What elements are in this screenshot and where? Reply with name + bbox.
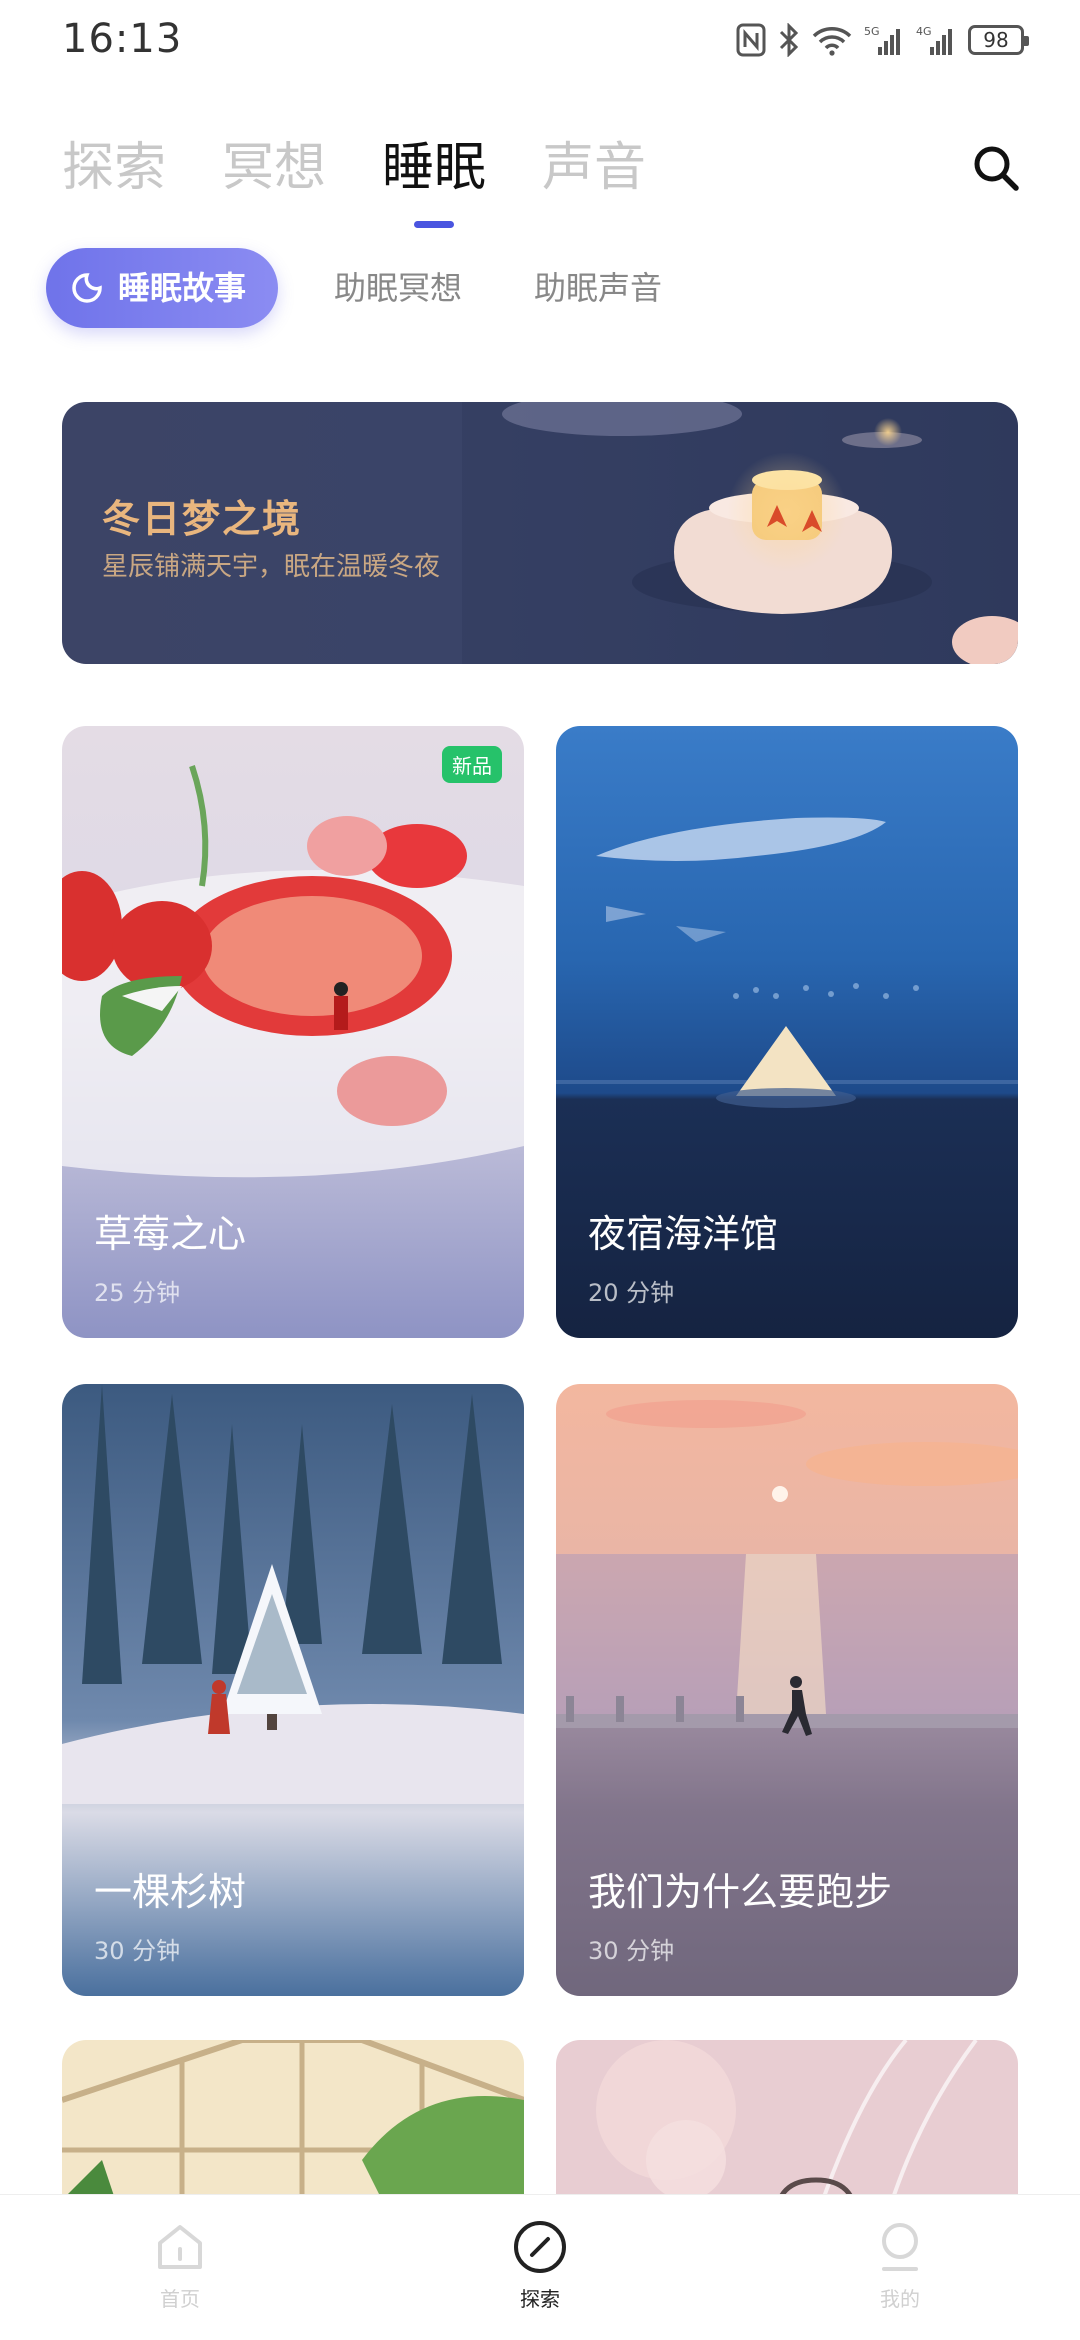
tab-sleep[interactable]: 睡眠 xyxy=(382,128,487,228)
story-card-running[interactable]: 我们为什么要跑步 30 分钟 xyxy=(556,1384,1018,1996)
subtab-sleep-stories[interactable]: 睡眠故事 xyxy=(46,248,279,328)
card-illustration xyxy=(556,2040,1018,2220)
story-card-bamboo[interactable] xyxy=(556,2040,1018,2220)
subtab-sleep-meditation[interactable]: 助眠冥想 xyxy=(318,248,478,328)
banner-title: 冬日梦之境 xyxy=(102,497,303,541)
card-title: 一棵杉树 xyxy=(94,1870,247,1914)
nav-profile[interactable]: 我的 xyxy=(800,2219,1000,2312)
top-tab-bar: 探索 冥想 睡眠 声音 xyxy=(62,128,646,228)
story-card-strawberry[interactable]: 新品 草莓之心 25 分钟 xyxy=(62,726,524,1338)
subtab-sleep-sounds[interactable]: 助眠声音 xyxy=(518,248,678,328)
tab-meditation[interactable]: 冥想 xyxy=(222,128,326,208)
tab-label: 声音 xyxy=(542,138,647,198)
subtab-label: 睡眠故事 xyxy=(118,269,247,307)
subtab-label: 助眠冥想 xyxy=(334,269,463,307)
profile-icon xyxy=(882,2223,918,2271)
card-duration: 20 分钟 xyxy=(588,1279,675,1307)
tab-sound[interactable]: 声音 xyxy=(542,128,646,208)
status-bar: 16:13 5G 4G 98 xyxy=(0,0,1080,84)
tab-label: 冥想 xyxy=(222,138,327,198)
card-illustration xyxy=(62,2040,524,2220)
svg-text:4G: 4G xyxy=(916,25,932,38)
wifi-icon xyxy=(812,20,852,60)
compass-icon xyxy=(514,2221,566,2273)
nav-label: 探索 xyxy=(520,2287,560,2311)
featured-banner[interactable]: 冬日梦之境 星辰铺满天宇，眠在温暖冬夜 xyxy=(62,402,1018,664)
screen: 16:13 5G 4G 98 探索 冥想 睡眠 声音 睡眠故事 助眠冥想 助眠声… xyxy=(0,0,1080,2340)
nav-label: 我的 xyxy=(880,2287,920,2311)
story-card-fir-tree[interactable]: 一棵杉树 30 分钟 xyxy=(62,1384,524,1996)
card-duration: 25 分钟 xyxy=(94,1279,181,1307)
active-tab-indicator xyxy=(414,221,455,228)
tab-label: 睡眠 xyxy=(382,138,487,198)
card-title: 我们为什么要跑步 xyxy=(588,1870,893,1914)
bottom-navigation: 首页 探索 我的 xyxy=(0,2194,1080,2340)
card-title: 夜宿海洋馆 xyxy=(588,1212,779,1256)
tab-explore[interactable]: 探索 xyxy=(62,128,166,208)
card-duration: 30 分钟 xyxy=(94,1937,181,1965)
card-duration: 30 分钟 xyxy=(588,1937,675,1965)
battery-level: 98 xyxy=(983,28,1009,52)
new-badge: 新品 xyxy=(442,746,502,783)
battery-icon: 98 xyxy=(968,25,1029,55)
story-card-greenhouse[interactable] xyxy=(62,2040,524,2220)
subtab-label: 助眠声音 xyxy=(534,269,663,307)
tab-label: 探索 xyxy=(62,138,167,198)
nav-home[interactable]: 首页 xyxy=(80,2219,280,2312)
moon-icon xyxy=(72,273,102,303)
nfc-icon xyxy=(736,20,766,60)
signal-4g-icon: 4G xyxy=(916,20,956,60)
signal-5g-icon: 5G xyxy=(864,20,904,60)
status-icons: 5G 4G 98 xyxy=(736,20,1029,60)
sub-tab-bar: 睡眠故事 助眠冥想 助眠声音 xyxy=(46,248,678,328)
story-card-ocean[interactable]: 夜宿海洋馆 20 分钟 xyxy=(556,726,1018,1338)
bluetooth-icon xyxy=(778,20,800,60)
status-time: 16:13 xyxy=(62,16,183,62)
banner-subtitle: 星辰铺满天宇，眠在温暖冬夜 xyxy=(102,552,441,582)
search-icon xyxy=(974,146,1019,191)
search-button[interactable] xyxy=(968,140,1024,196)
nav-explore[interactable]: 探索 xyxy=(440,2219,640,2312)
card-title: 草莓之心 xyxy=(94,1212,247,1256)
svg-text:5G: 5G xyxy=(864,25,880,38)
home-icon xyxy=(158,2225,202,2269)
nav-label: 首页 xyxy=(160,2287,200,2311)
